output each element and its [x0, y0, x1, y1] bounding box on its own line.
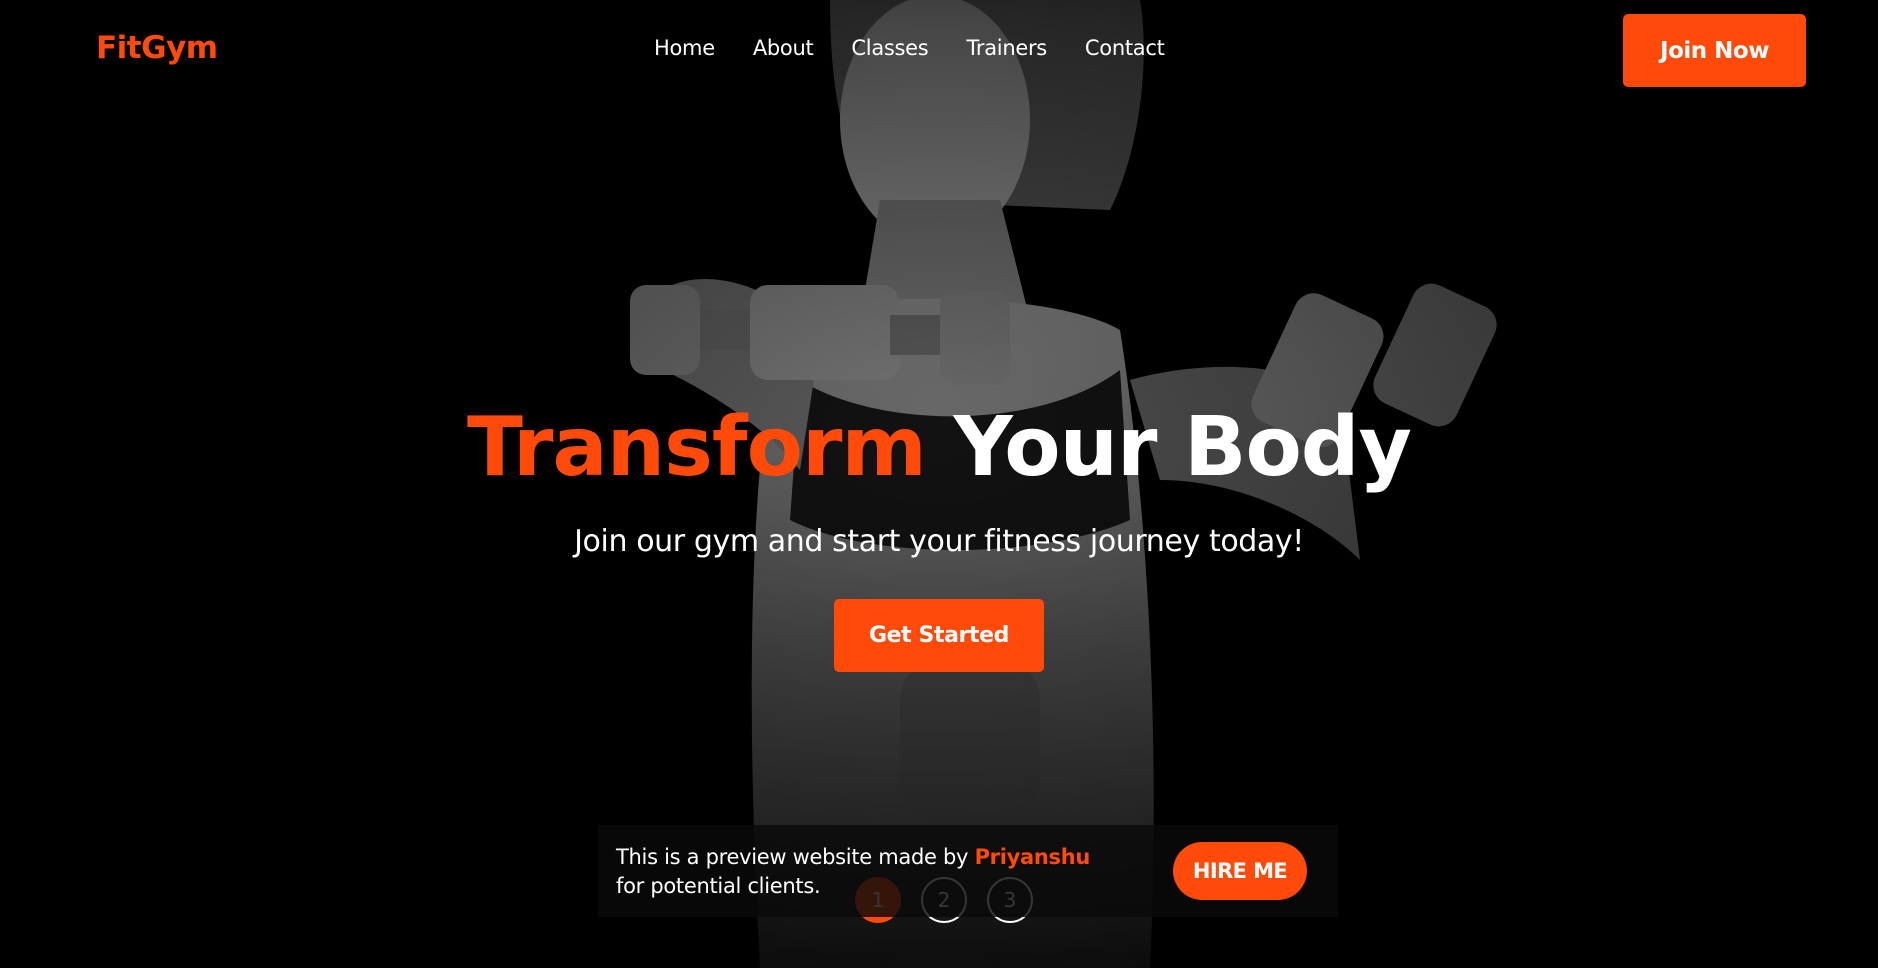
- nav-link-contact[interactable]: Contact: [1085, 36, 1165, 60]
- brand-logo[interactable]: FitGym: [96, 30, 218, 66]
- nav-link-home[interactable]: Home: [654, 36, 715, 60]
- hero-section: Transform Your Body Join our gym and sta…: [0, 400, 1878, 672]
- banner-author-name[interactable]: Priyanshu: [975, 845, 1091, 869]
- navbar: FitGym Home About Classes Trainers Conta…: [0, 0, 1878, 100]
- preview-banner: This is a preview website made by Priyan…: [598, 825, 1338, 917]
- join-now-button[interactable]: Join Now: [1623, 14, 1806, 87]
- banner-text: This is a preview website made by Priyan…: [616, 843, 1116, 901]
- hero-title: Transform Your Body: [0, 400, 1878, 496]
- hero-title-accent: Transform: [467, 400, 927, 495]
- hero-subtitle: Join our gym and start your fitness jour…: [574, 524, 1304, 559]
- hero-title-rest: Your Body: [953, 400, 1412, 495]
- page: FitGym Home About Classes Trainers Conta…: [0, 0, 1878, 968]
- banner-text-before: This is a preview website made by: [616, 845, 975, 869]
- nav-links: Home About Classes Trainers Contact: [654, 36, 1203, 60]
- hire-me-button[interactable]: HIRE ME: [1173, 842, 1307, 900]
- nav-link-about[interactable]: About: [753, 36, 814, 60]
- get-started-button[interactable]: Get Started: [834, 599, 1044, 672]
- nav-link-classes[interactable]: Classes: [851, 36, 928, 60]
- nav-link-trainers[interactable]: Trainers: [966, 36, 1047, 60]
- banner-text-after: for potential clients.: [616, 874, 821, 898]
